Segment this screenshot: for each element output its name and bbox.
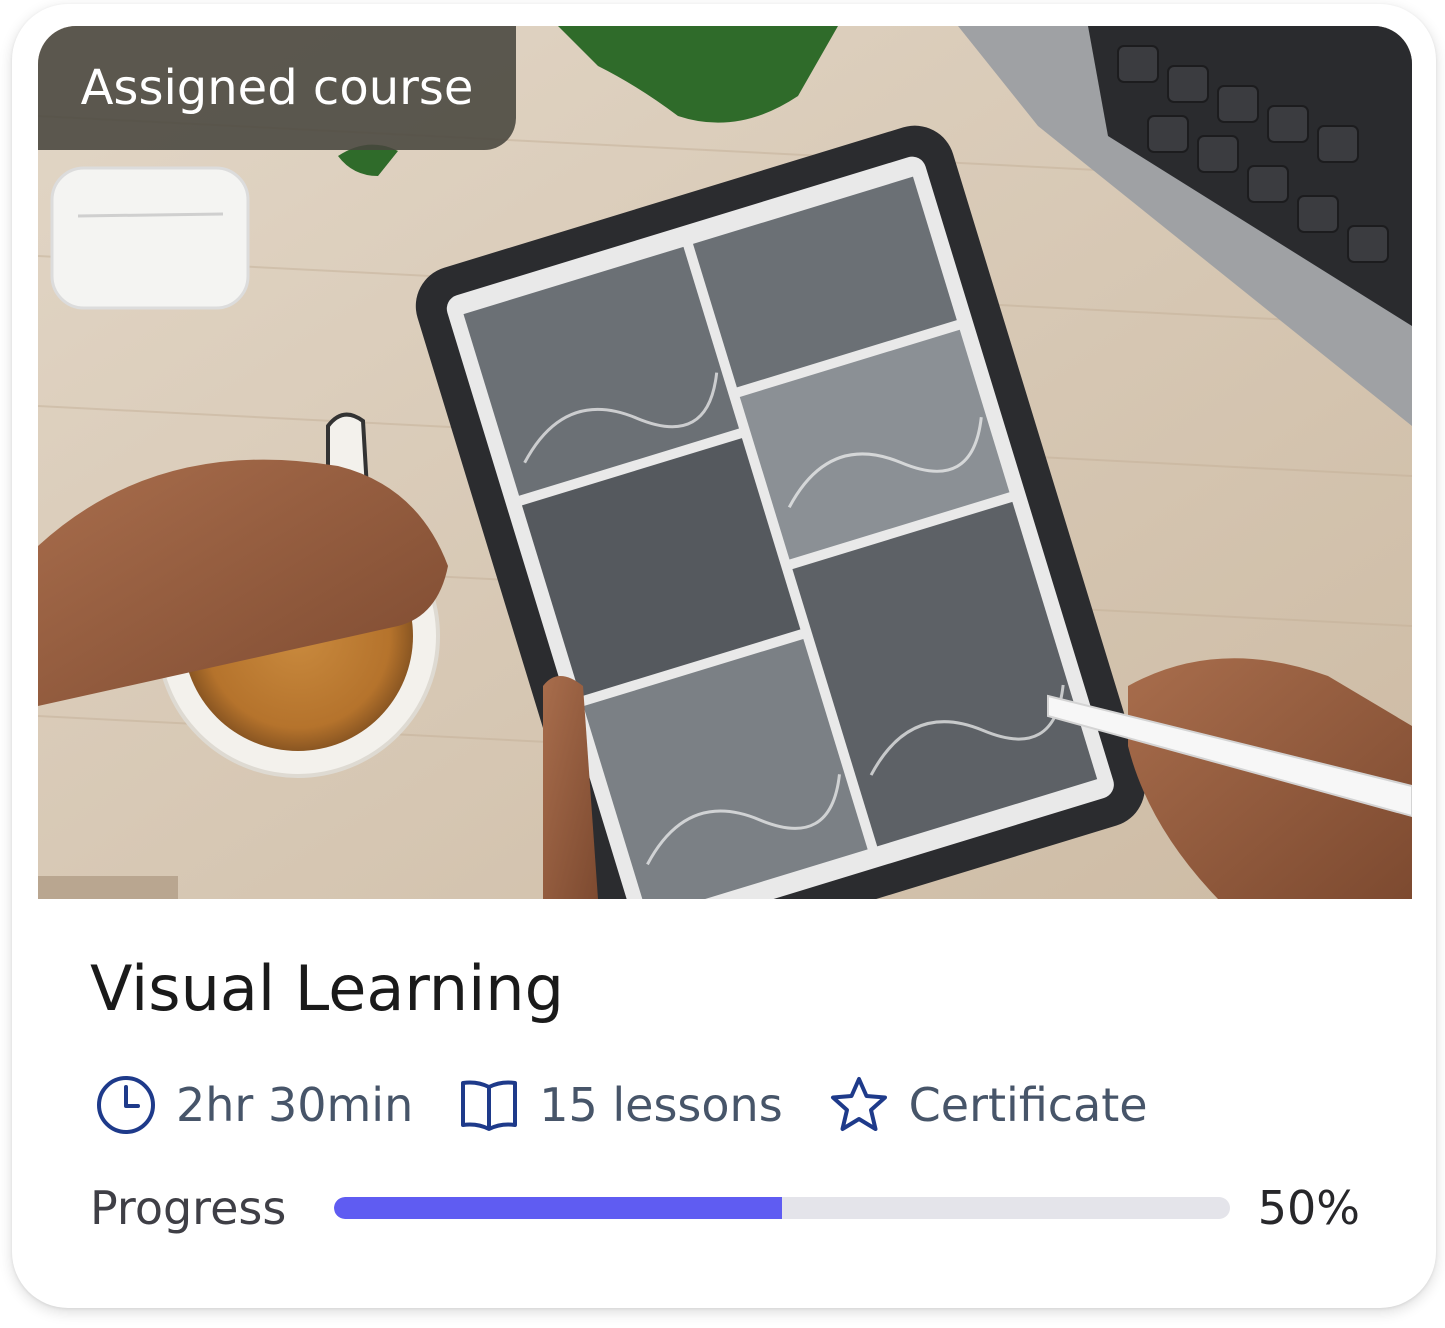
progress-label: Progress (90, 1181, 287, 1235)
meta-duration: 2hr 30min (94, 1073, 413, 1137)
course-title: Visual Learning (90, 952, 564, 1025)
progress-value: 50% (1257, 1181, 1360, 1235)
meta-certificate: Certificate (827, 1073, 1148, 1137)
badge-label: Assigned course (80, 60, 474, 116)
course-card[interactable]: Assigned course Visual Learning 2hr 30mi… (12, 4, 1436, 1308)
cover-illustration (38, 26, 1412, 899)
assigned-course-badge: Assigned course (38, 26, 516, 150)
progress-bar (333, 1197, 1230, 1219)
book-icon (461, 1080, 518, 1131)
progress-bar-fill (333, 1197, 782, 1219)
course-cover-image: Assigned course (38, 26, 1412, 899)
progress-row: Progress 50% (90, 1176, 1360, 1240)
duration-text: 2hr 30min (176, 1078, 414, 1132)
meta-lessons: 15 lessons (457, 1073, 783, 1137)
lessons-text: 15 lessons (539, 1078, 783, 1132)
star-icon (830, 1077, 887, 1131)
clock-icon (97, 1076, 155, 1134)
certificate-text: Certificate (908, 1078, 1148, 1132)
course-meta: 2hr 30min 15 lessons Certificate (94, 1072, 1192, 1138)
